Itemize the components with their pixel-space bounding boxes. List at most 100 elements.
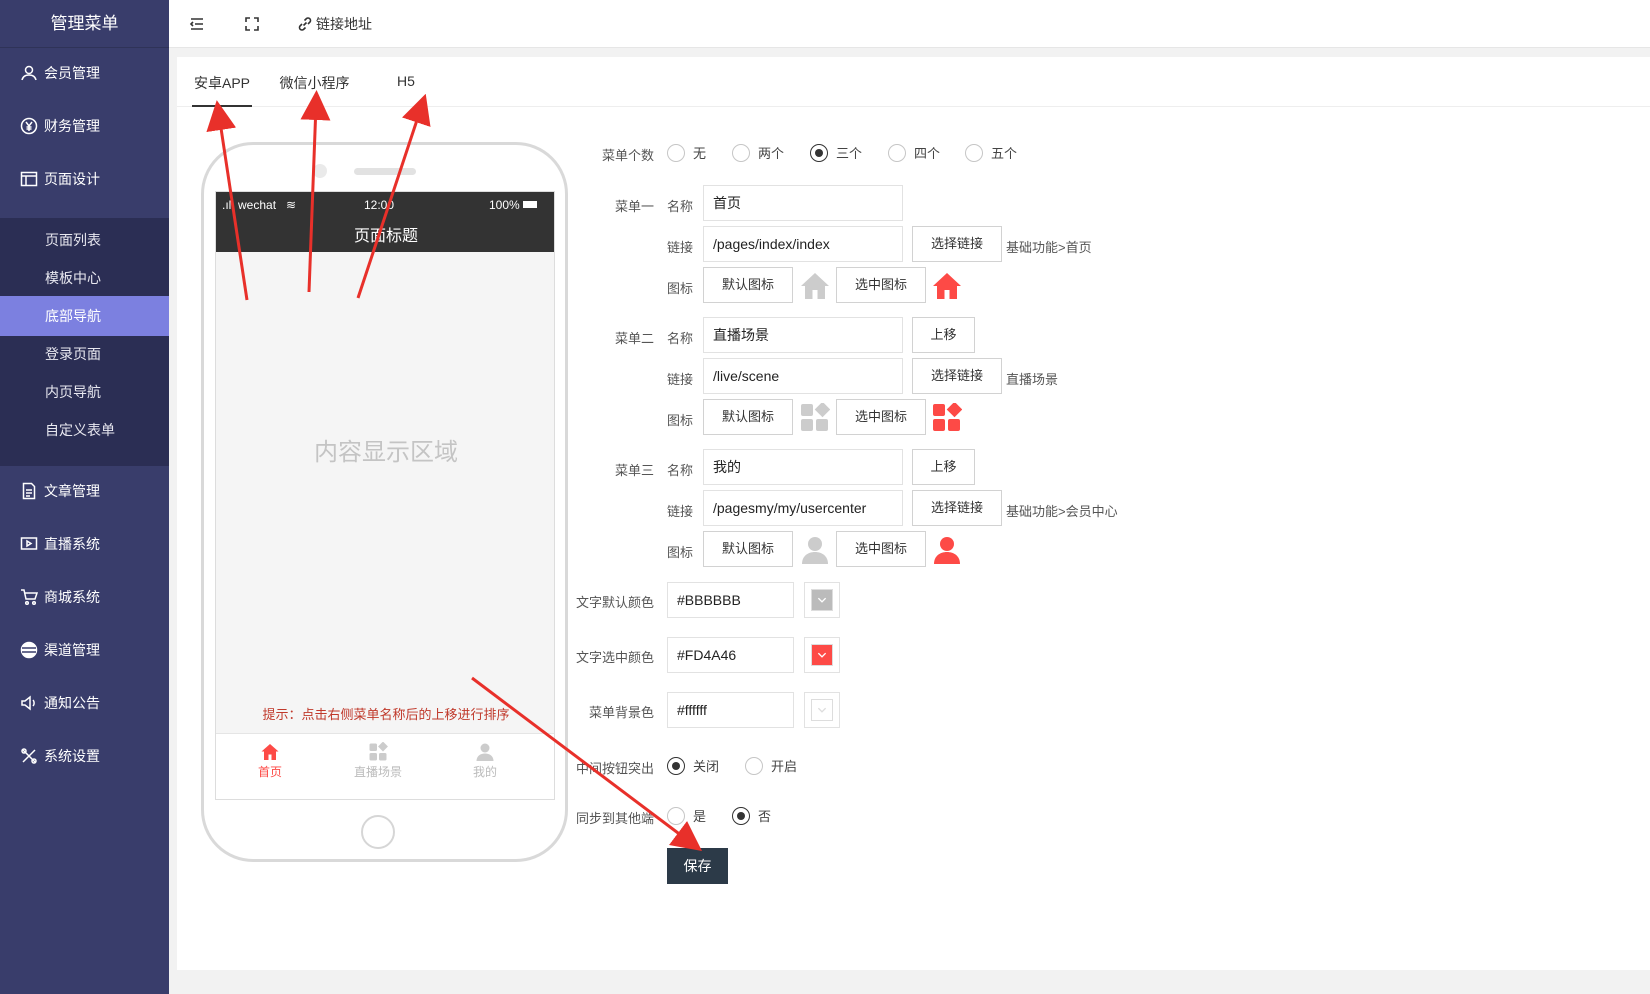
radio-label: 两个 xyxy=(758,146,785,161)
menu-two-link-input[interactable]: /live/scene xyxy=(703,358,903,394)
tab-h5[interactable]: H5 xyxy=(391,73,421,107)
menu-two-default-icon-button[interactable]: 默认图标 xyxy=(703,399,793,435)
icon-label: 图标 xyxy=(667,413,694,428)
sidebar-item-mall[interactable]: 商城系统 xyxy=(0,576,169,618)
text-default-color-label: 文字默认颜色 xyxy=(575,595,654,610)
icon-label: 图标 xyxy=(667,545,694,560)
menu-two-link-desc: 直播场景 xyxy=(1006,372,1059,387)
name-label: 名称 xyxy=(667,463,694,478)
sidebar-subitem-template-center[interactable]: 模板中心 xyxy=(0,258,169,298)
menu-count-option-none[interactable]: 无 xyxy=(667,143,706,162)
link-label: 链接 xyxy=(667,240,694,255)
menu-three-label: 菜单三 xyxy=(614,463,654,478)
sidebar-item-articles[interactable]: 文章管理 xyxy=(0,470,169,512)
radio-dot xyxy=(667,806,685,825)
menu-two-selected-icon-button[interactable]: 选中图标 xyxy=(836,399,926,435)
radio-label: 开启 xyxy=(771,759,798,774)
radio-label: 三个 xyxy=(836,146,863,161)
menu-one-default-icon-button[interactable]: 默认图标 xyxy=(703,267,793,303)
sidebar-subitem-login-page[interactable]: 登录页面 xyxy=(0,334,169,374)
radio-dot xyxy=(810,143,828,162)
menu-count-option-two[interactable]: 两个 xyxy=(732,143,784,162)
menu-three-select-link-button[interactable]: 选择链接 xyxy=(912,490,1002,526)
phone-tab-bar: 首页 直播场景 我的 xyxy=(216,733,554,799)
phone-speaker xyxy=(354,168,416,175)
text-selected-color-input[interactable]: #FD4A46 xyxy=(667,637,794,673)
menu-one-select-link-button[interactable]: 选择链接 xyxy=(912,226,1002,262)
menu-count-option-three[interactable]: 三个 xyxy=(810,143,862,162)
menu-two-name-input[interactable]: 直播场景 xyxy=(703,317,903,353)
menu-count-option-four[interactable]: 四个 xyxy=(888,143,940,162)
phone-home-button xyxy=(361,815,395,849)
sync-option-yes[interactable]: 是 xyxy=(667,806,706,825)
fullscreen-icon xyxy=(245,17,259,31)
save-button[interactable]: 保存 xyxy=(667,848,728,884)
sidebar-subitem-bottom-nav[interactable]: 底部导航 xyxy=(0,296,169,336)
grid-icon xyxy=(801,403,830,431)
menu-bg-color-input[interactable]: #ffffff xyxy=(667,692,794,728)
sidebar-item-label: 直播系统 xyxy=(44,536,100,552)
sidebar-item-member[interactable]: 会员管理 xyxy=(0,52,169,94)
menu-count-option-five[interactable]: 五个 xyxy=(965,143,1017,162)
menu-three-link-input[interactable]: /pagesmy/my/usercenter xyxy=(703,490,903,526)
menu-three-link-desc: 基础功能>会员中心 xyxy=(1006,504,1118,519)
sidebar-item-label: 系统设置 xyxy=(44,748,100,764)
sidebar-item-notice[interactable]: 通知公告 xyxy=(0,682,169,724)
menu-one-selected-icon-button[interactable]: 选中图标 xyxy=(836,267,926,303)
sidebar-subitem-page-list[interactable]: 页面列表 xyxy=(0,220,169,260)
radio-label: 是 xyxy=(693,809,707,824)
menu-two-select-link-button[interactable]: 选择链接 xyxy=(912,358,1002,394)
menu-three-default-icon-button[interactable]: 默认图标 xyxy=(703,531,793,567)
menu-two-move-up-button[interactable]: 上移 xyxy=(912,317,975,353)
menu-collapse-icon xyxy=(189,18,203,30)
phone-tab-home: 首页 xyxy=(220,742,320,780)
sidebar-item-live[interactable]: 直播系统 xyxy=(0,523,169,565)
tools-icon xyxy=(21,748,37,764)
sidebar-item-label: 财务管理 xyxy=(44,118,100,134)
radio-dot xyxy=(745,756,763,775)
fullscreen-button[interactable] xyxy=(244,14,260,34)
radio-dot xyxy=(732,806,750,825)
sidebar-item-label: 商城系统 xyxy=(44,589,100,605)
sidebar-item-page-design[interactable]: 页面设计 xyxy=(0,158,169,200)
yen-icon xyxy=(20,117,38,135)
collapse-menu-button[interactable] xyxy=(189,14,205,34)
text-selected-color-picker[interactable] xyxy=(804,637,840,673)
tab-wechat-miniprogram[interactable]: 微信小程序 xyxy=(277,73,352,107)
menu-three-name-input[interactable]: 我的 xyxy=(703,449,903,485)
menu-three-selected-icon-button[interactable]: 选中图标 xyxy=(836,531,926,567)
grid-icon xyxy=(369,742,388,761)
phone-camera xyxy=(313,164,327,178)
center-button-option-on[interactable]: 开启 xyxy=(745,756,797,775)
text-default-color-picker[interactable] xyxy=(804,582,840,618)
sidebar-item-finance[interactable]: 财务管理 xyxy=(0,105,169,147)
person-icon xyxy=(802,537,828,564)
menu-bg-color-picker[interactable] xyxy=(804,692,840,728)
menu-one-link-input[interactable]: /pages/index/index xyxy=(703,226,903,262)
sidebar-item-label: 文章管理 xyxy=(44,483,100,499)
radio-label: 四个 xyxy=(914,146,941,161)
sync-label: 同步到其他端 xyxy=(575,811,654,826)
battery-icon xyxy=(523,201,537,208)
home-icon xyxy=(261,744,279,760)
person-icon xyxy=(476,743,494,761)
link-address-button[interactable]: 链接地址 xyxy=(297,14,372,34)
sync-option-no[interactable]: 否 xyxy=(732,806,771,825)
sidebar-submenu: 页面列表 模板中心 底部导航 登录页面 内页导航 自定义表单 xyxy=(0,218,169,466)
tab-android-app[interactable]: 安卓APP xyxy=(192,73,252,107)
phone-screen: .ıl wechat ≋ 12:00 100% 页面标题 内容显示区域 提示：点… xyxy=(215,191,555,800)
sidebar-item-channel[interactable]: 渠道管理 xyxy=(0,629,169,671)
sidebar-subitem-inner-nav[interactable]: 内页导航 xyxy=(0,372,169,412)
center-button-option-off[interactable]: 关闭 xyxy=(667,756,719,775)
text-default-color-input[interactable]: #BBBBBB xyxy=(667,582,794,618)
sidebar-subitem-custom-form[interactable]: 自定义表单 xyxy=(0,410,169,450)
radio-label: 无 xyxy=(693,146,707,161)
radio-dot xyxy=(667,756,685,775)
link-label: 链接 xyxy=(667,372,694,387)
sidebar-title: 管理菜单 xyxy=(0,0,169,48)
sidebar-item-label: 通知公告 xyxy=(44,695,100,711)
menu-one-link-desc: 基础功能>首页 xyxy=(1006,240,1092,255)
menu-three-move-up-button[interactable]: 上移 xyxy=(912,449,975,485)
sidebar-item-settings[interactable]: 系统设置 xyxy=(0,735,169,777)
menu-one-name-input[interactable]: 首页 xyxy=(703,185,903,221)
